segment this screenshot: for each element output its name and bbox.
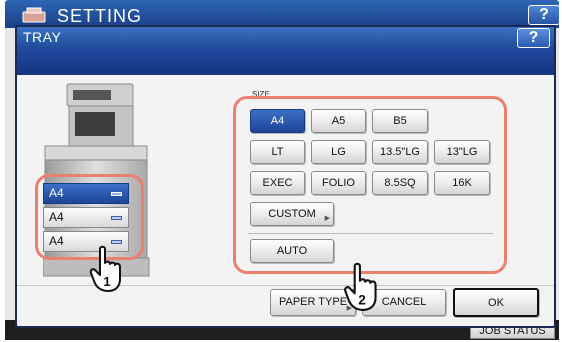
pointing-hand-icon: 2 bbox=[344, 262, 377, 311]
pointing-hand-icon: 1 bbox=[89, 245, 121, 292]
dialog-title: TRAY bbox=[23, 29, 62, 45]
background-titlebar: SETTING ? bbox=[5, 0, 560, 28]
callout-number-1: 1 bbox=[103, 274, 110, 289]
callout-number-2: 2 bbox=[358, 293, 366, 308]
setting-icon bbox=[22, 7, 46, 23]
screen: SETTING ? 12:06 JOB STATUS TRAY ? A4 bbox=[0, 0, 562, 342]
dialog-titlebar: TRAY ? bbox=[17, 27, 554, 49]
paper-type-label: PAPER TYPE bbox=[278, 296, 348, 308]
help-button[interactable]: ? bbox=[517, 28, 550, 48]
dialog-header-band bbox=[17, 49, 554, 75]
ok-button[interactable]: OK bbox=[453, 288, 539, 317]
background-title: SETTING bbox=[57, 6, 143, 26]
background-help-button[interactable]: ? bbox=[528, 5, 560, 25]
size-highlight bbox=[233, 96, 507, 274]
